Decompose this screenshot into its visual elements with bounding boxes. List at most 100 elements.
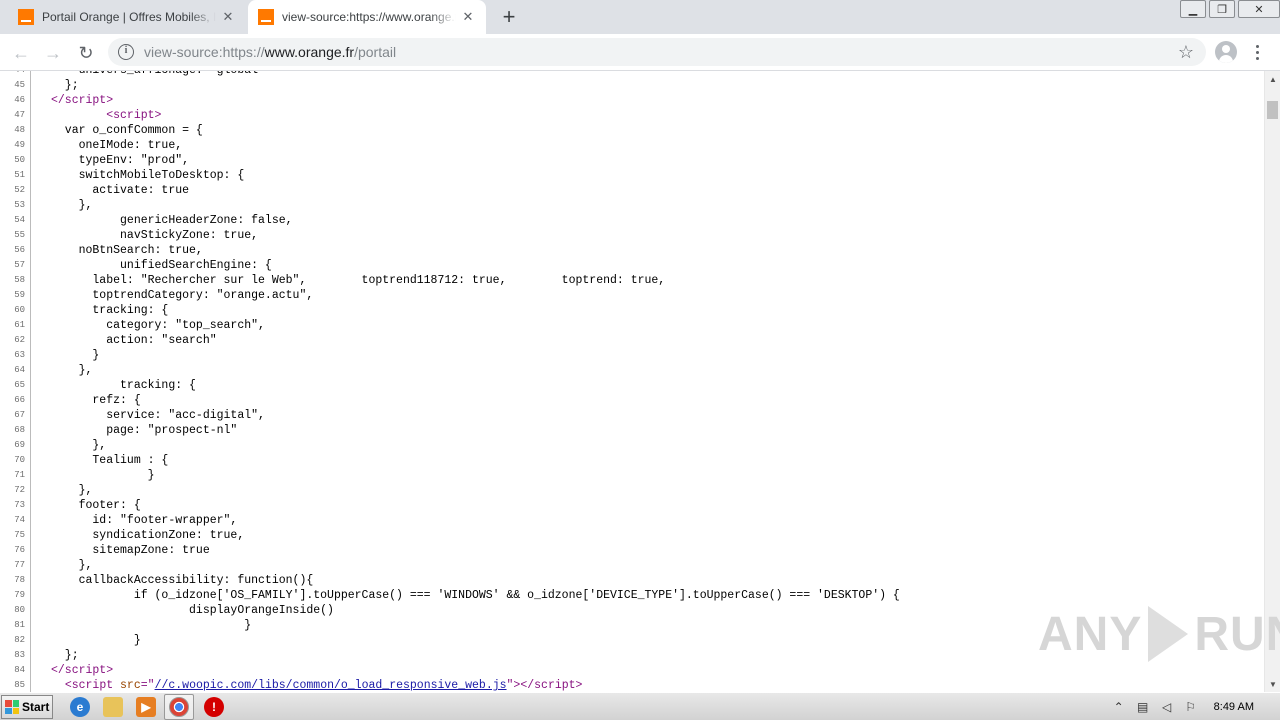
profile-avatar-icon[interactable] [1215,41,1237,63]
scrollbar-thumb[interactable] [1267,101,1278,119]
line-number: 64 [0,363,31,378]
tab-strip: Portail Orange | Offres Mobiles, Interne… [0,0,1280,34]
line-content: service: "acc-digital", [51,409,265,422]
windows-logo-icon [5,700,19,714]
source-line: 75 syndicationZone: true, [0,528,900,543]
close-tab-icon[interactable]: ✕ [460,9,476,25]
line-content: } [51,634,141,647]
line-content: }, [51,439,107,452]
tab-title: view-source:https://www.orange.fr/portai… [282,10,456,24]
source-line: 67 service: "acc-digital", [0,408,900,423]
line-number: 55 [0,228,31,243]
browser-menu-icon[interactable] [1250,42,1264,62]
source-line: 53 }, [0,198,900,213]
source-line: 48 var o_confCommon = { [0,123,900,138]
back-button[interactable]: ← [8,40,34,66]
line-content: toptrendCategory: "orange.actu", [51,289,314,302]
source-line: 77 }, [0,558,900,573]
line-content: </script> [51,664,114,677]
line-content: oneIMode: true, [51,139,183,152]
system-tray: ⌃ ▤ ◁ ⚐ 8:49 AM [1104,693,1280,721]
vertical-scrollbar[interactable]: ▲ ▼ [1264,71,1280,692]
line-number: 72 [0,483,31,498]
line-number: 49 [0,138,31,153]
line-number: 62 [0,333,31,348]
source-code: 44 univers_affichage: "global"45 };46</s… [0,71,900,692]
line-content: }, [51,484,93,497]
line-content: var o_confCommon = { [51,124,203,137]
line-number: 83 [0,648,31,663]
line-number: 50 [0,153,31,168]
new-tab-button[interactable]: + [498,4,520,29]
address-bar[interactable]: i view-source:https://www.orange.fr/port… [108,38,1206,66]
url-text[interactable]: view-source:https://www.orange.fr/portai… [144,44,396,60]
source-line: 54 genericHeaderZone: false, [0,213,900,228]
source-line: 85 <script src="//c.woopic.com/libs/comm… [0,678,900,692]
bookmark-star-icon[interactable]: ☆ [1178,42,1194,63]
scroll-up-arrow-icon[interactable]: ▲ [1265,71,1280,87]
source-line: 71 } [0,468,900,483]
flag-icon[interactable]: ⚐ [1182,699,1200,715]
internet-explorer-icon[interactable]: e [70,697,90,717]
line-content: <script> [106,109,162,122]
line-content: footer: { [51,499,141,512]
line-content: id: "footer-wrapper", [51,514,238,527]
line-content: tracking: { [51,304,169,317]
line-content: }; [51,79,79,92]
tab-view-source[interactable]: view-source:https://www.orange.fr/portai… [248,0,486,34]
line-content: noBtnSearch: true, [51,244,203,257]
stop-icon[interactable]: ! [204,697,224,717]
start-button[interactable]: Start [1,695,53,719]
browser-toolbar: ← → ↻ i view-source:https://www.orange.f… [0,34,1280,71]
line-content: refz: { [51,394,141,407]
chrome-icon[interactable] [169,697,189,717]
forward-button[interactable]: → [40,40,66,66]
line-content: </script> [51,94,114,107]
line-number: 79 [0,588,31,603]
close-tab-icon[interactable]: ✕ [220,9,236,25]
line-content: activate: true [51,184,190,197]
line-number: 48 [0,123,31,138]
line-content: }, [51,199,93,212]
line-number: 78 [0,573,31,588]
media-player-icon[interactable]: ▶ [136,697,156,717]
line-number: 73 [0,498,31,513]
line-content: action: "search" [51,334,217,347]
line-content: if (o_idzone['OS_FAMILY'].toUpperCase() … [51,589,900,602]
line-content: page: "prospect-nl" [51,424,238,437]
source-line: 58 label: "Rechercher sur le Web", toptr… [0,273,900,288]
network-icon[interactable]: ▤ [1134,699,1152,715]
source-line: 74 id: "footer-wrapper", [0,513,900,528]
line-number: 53 [0,198,31,213]
line-number: 75 [0,528,31,543]
source-line: 44 univers_affichage: "global" [0,71,900,78]
source-line: 62 action: "search" [0,333,900,348]
source-line: 78 callbackAccessibility: function(){ [0,573,900,588]
show-hidden-icon[interactable]: ⌃ [1110,699,1128,715]
site-info-icon[interactable]: i [118,44,134,60]
source-line: 81 } [0,618,900,633]
line-number: 63 [0,348,31,363]
line-number: 85 [0,678,31,692]
line-content: univers_affichage: "global" [31,71,265,78]
tab-portail-orange[interactable]: Portail Orange | Offres Mobiles, Interne… [8,0,246,34]
line-number: 70 [0,453,31,468]
script-src-link[interactable]: //c.woopic.com/libs/common/o_load_respon… [155,679,507,692]
source-line: 79 if (o_idzone['OS_FAMILY'].toUpperCase… [0,588,900,603]
restore-button[interactable]: ❐ [1209,0,1235,18]
line-content: syndicationZone: true, [51,529,245,542]
line-content: typeEnv: "prod", [51,154,190,167]
line-content: } [51,619,252,632]
close-window-button[interactable]: ✕ [1238,0,1280,18]
volume-icon[interactable]: ◁ [1158,699,1176,715]
line-number: 45 [0,78,31,93]
scroll-down-arrow-icon[interactable]: ▼ [1265,676,1280,692]
line-number: 77 [0,558,31,573]
minimize-button[interactable]: ▁ [1180,0,1206,18]
folder-icon[interactable] [103,697,123,717]
url-path: /portail [354,44,397,60]
orange-logo-icon [18,9,34,25]
reload-button[interactable]: ↻ [73,40,99,66]
line-content: label: "Rechercher sur le Web", toptrend… [51,274,666,287]
source-line: 49 oneIMode: true, [0,138,900,153]
